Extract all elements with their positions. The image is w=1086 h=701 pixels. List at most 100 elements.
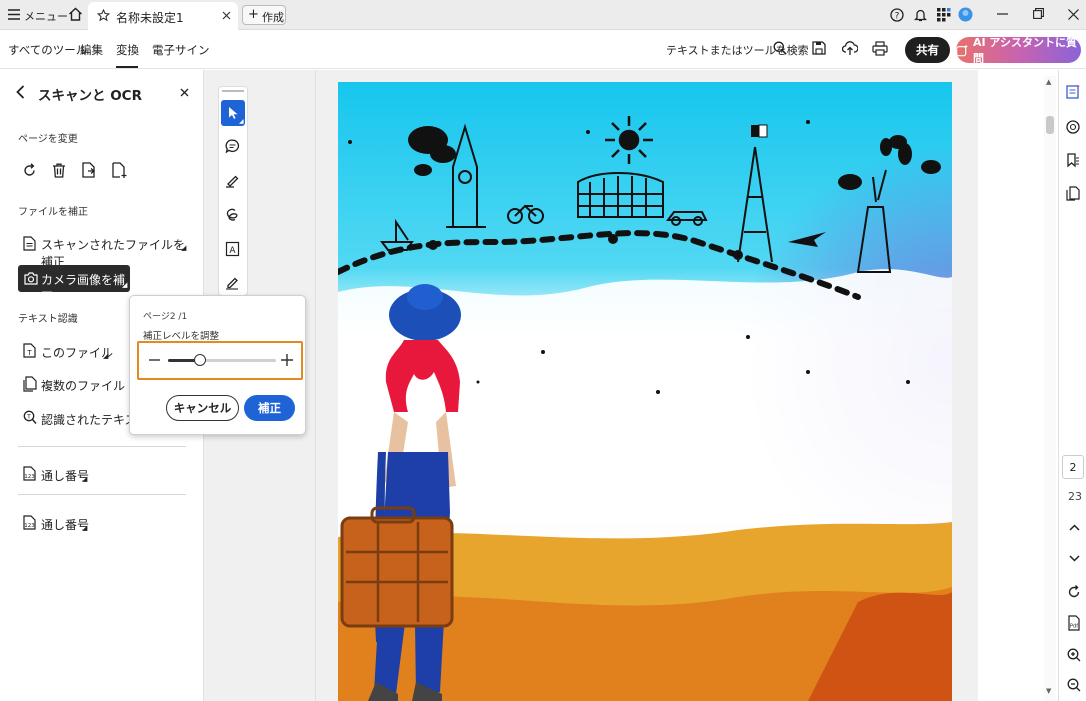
text-box-tool-icon[interactable]: A xyxy=(225,241,240,257)
svg-text:123: 123 xyxy=(24,523,35,529)
correction-slider-track[interactable] xyxy=(168,354,276,366)
zoom-in-icon[interactable] xyxy=(1067,648,1081,662)
scroll-up-arrow[interactable]: ▲ xyxy=(1046,78,1051,86)
pages-panel-icon[interactable] xyxy=(1066,186,1080,201)
rotate-icon[interactable] xyxy=(22,163,37,178)
popup-page-info: ページ2 /1 xyxy=(143,312,188,322)
bates-numbering-item-1[interactable]: 123 通し番号 ◢ xyxy=(18,464,128,486)
page-fit-icon[interactable]: Pdf xyxy=(1067,615,1081,631)
share-label: 共有 xyxy=(916,43,939,57)
apply-correction-button[interactable]: 補正 xyxy=(244,395,295,421)
refresh-icon[interactable] xyxy=(1067,585,1081,599)
apps-icon[interactable] xyxy=(937,8,951,22)
draw-tool-icon[interactable] xyxy=(225,207,240,222)
minimize-icon[interactable] xyxy=(997,13,1008,15)
menu-convert[interactable]: 変換 xyxy=(116,42,139,58)
star-icon[interactable] xyxy=(97,9,110,22)
avatar[interactable] xyxy=(958,7,973,22)
correction-slider-thumb[interactable] xyxy=(194,354,207,366)
share-button[interactable]: 共有 xyxy=(905,37,950,63)
divider xyxy=(18,494,186,495)
highlight-tool-icon[interactable] xyxy=(225,173,240,188)
search-icon[interactable] xyxy=(773,41,787,55)
bates-numbering-item-2[interactable]: 123 通し番号 ◢ xyxy=(18,513,128,535)
menu-label[interactable]: メニュー xyxy=(24,8,68,24)
decrease-icon[interactable] xyxy=(149,359,160,361)
search-tools-input[interactable]: テキストまたはツールを検索 xyxy=(666,42,809,58)
document-tab[interactable]: 名称未設定1 xyxy=(88,2,238,30)
section-change-page: ページを変更 xyxy=(18,134,78,145)
search-text-icon: T xyxy=(23,410,37,425)
menu-all-tools[interactable]: すべてのツール xyxy=(8,42,87,58)
ocr-this-file-item[interactable]: T このファイル ◢ xyxy=(18,341,128,363)
menu-edit[interactable]: 編集 xyxy=(80,42,103,58)
vertical-scrollbar[interactable]: ▲ ▼ xyxy=(1044,76,1056,701)
svg-text:T: T xyxy=(26,414,31,421)
fill-sign-tool-icon[interactable] xyxy=(225,275,240,290)
plus-icon: + xyxy=(248,7,259,22)
svg-text:123: 123 xyxy=(24,474,35,480)
fix-scanned-file-item[interactable]: スキャンされたファイルを補正 ◢ xyxy=(18,233,188,269)
recognized-text-item[interactable]: T 認識されたテキスト xyxy=(18,408,130,430)
fix-camera-image-label: カメラ画像を補正 xyxy=(41,273,126,304)
save-icon[interactable] xyxy=(812,41,826,55)
popup-adjust-label: 補正レベルを調整 xyxy=(143,331,220,342)
section-text-recognition: テキスト認識 xyxy=(18,314,78,325)
extract-page-icon[interactable] xyxy=(82,162,96,178)
print-icon[interactable] xyxy=(872,41,888,56)
new-button[interactable]: + 作成 xyxy=(242,5,286,25)
zoom-out-icon[interactable] xyxy=(1067,678,1081,692)
panel-title: スキャンと OCR xyxy=(38,88,142,104)
document-page-image xyxy=(338,82,952,701)
scanned-file-icon xyxy=(23,236,36,251)
svg-text:Pdf: Pdf xyxy=(1070,624,1078,630)
back-icon[interactable] xyxy=(16,85,25,99)
ocr-multiple-files-label: 複数のファイル xyxy=(41,379,126,393)
home-icon[interactable] xyxy=(68,7,83,21)
correction-slider-group xyxy=(137,341,303,380)
ai-assistant-label: AI アシスタントに質問 xyxy=(973,36,1077,65)
close-panel-icon[interactable] xyxy=(180,88,189,97)
scroll-thumb[interactable] xyxy=(1046,116,1054,134)
numbering-icon: 123 xyxy=(23,466,36,481)
close-tab-icon[interactable] xyxy=(222,11,231,20)
bookmarks-icon[interactable] xyxy=(1066,153,1080,168)
comments-panel-icon[interactable] xyxy=(1066,120,1080,134)
fix-camera-image-item[interactable]: カメラ画像を補正 ◢ xyxy=(18,265,130,304)
cancel-button[interactable]: キャンセル xyxy=(166,395,239,421)
scroll-down-arrow[interactable]: ▼ xyxy=(1046,687,1051,695)
hamburger-icon[interactable] xyxy=(8,9,20,20)
increase-icon[interactable] xyxy=(281,354,293,366)
ai-assistant-button[interactable]: AI アシスタントに質問 xyxy=(956,36,1081,65)
delete-icon[interactable] xyxy=(52,163,66,178)
text-file-icon: T xyxy=(23,343,36,358)
quick-tools: A ◢ xyxy=(218,86,248,296)
page-total: 23 xyxy=(1068,490,1082,503)
restore-icon[interactable] xyxy=(1033,8,1044,19)
cloud-upload-icon[interactable] xyxy=(842,40,858,56)
comment-tool-icon[interactable] xyxy=(225,139,240,154)
menu-e-sign[interactable]: 電子サイン xyxy=(152,42,210,58)
previous-page-icon[interactable] xyxy=(1069,524,1080,531)
multiple-files-icon xyxy=(23,376,37,392)
new-label: 作成 xyxy=(262,11,284,24)
divider xyxy=(18,446,186,447)
active-menu-underline xyxy=(116,66,138,68)
recognized-text-label: 認識されたテキスト xyxy=(41,413,130,427)
close-window-icon[interactable] xyxy=(1068,9,1079,20)
bell-icon[interactable] xyxy=(914,8,927,22)
section-fix-file: ファイルを補正 xyxy=(18,207,88,218)
page-number-input[interactable]: 2 xyxy=(1062,455,1084,479)
ai-summary-icon[interactable] xyxy=(1066,84,1080,99)
svg-text:T: T xyxy=(26,349,32,357)
svg-text:?: ? xyxy=(895,12,900,22)
ai-sparkle-icon xyxy=(956,44,969,57)
drag-handle[interactable] xyxy=(222,90,244,92)
tab-title: 名称未設定1 xyxy=(116,11,184,25)
svg-text:A: A xyxy=(229,246,236,256)
next-page-icon[interactable] xyxy=(1069,555,1080,562)
help-icon[interactable]: ? xyxy=(890,8,904,22)
ocr-multiple-files-item[interactable]: 複数のファイル xyxy=(18,374,128,396)
camera-icon xyxy=(24,271,38,285)
insert-page-icon[interactable] xyxy=(112,162,128,179)
